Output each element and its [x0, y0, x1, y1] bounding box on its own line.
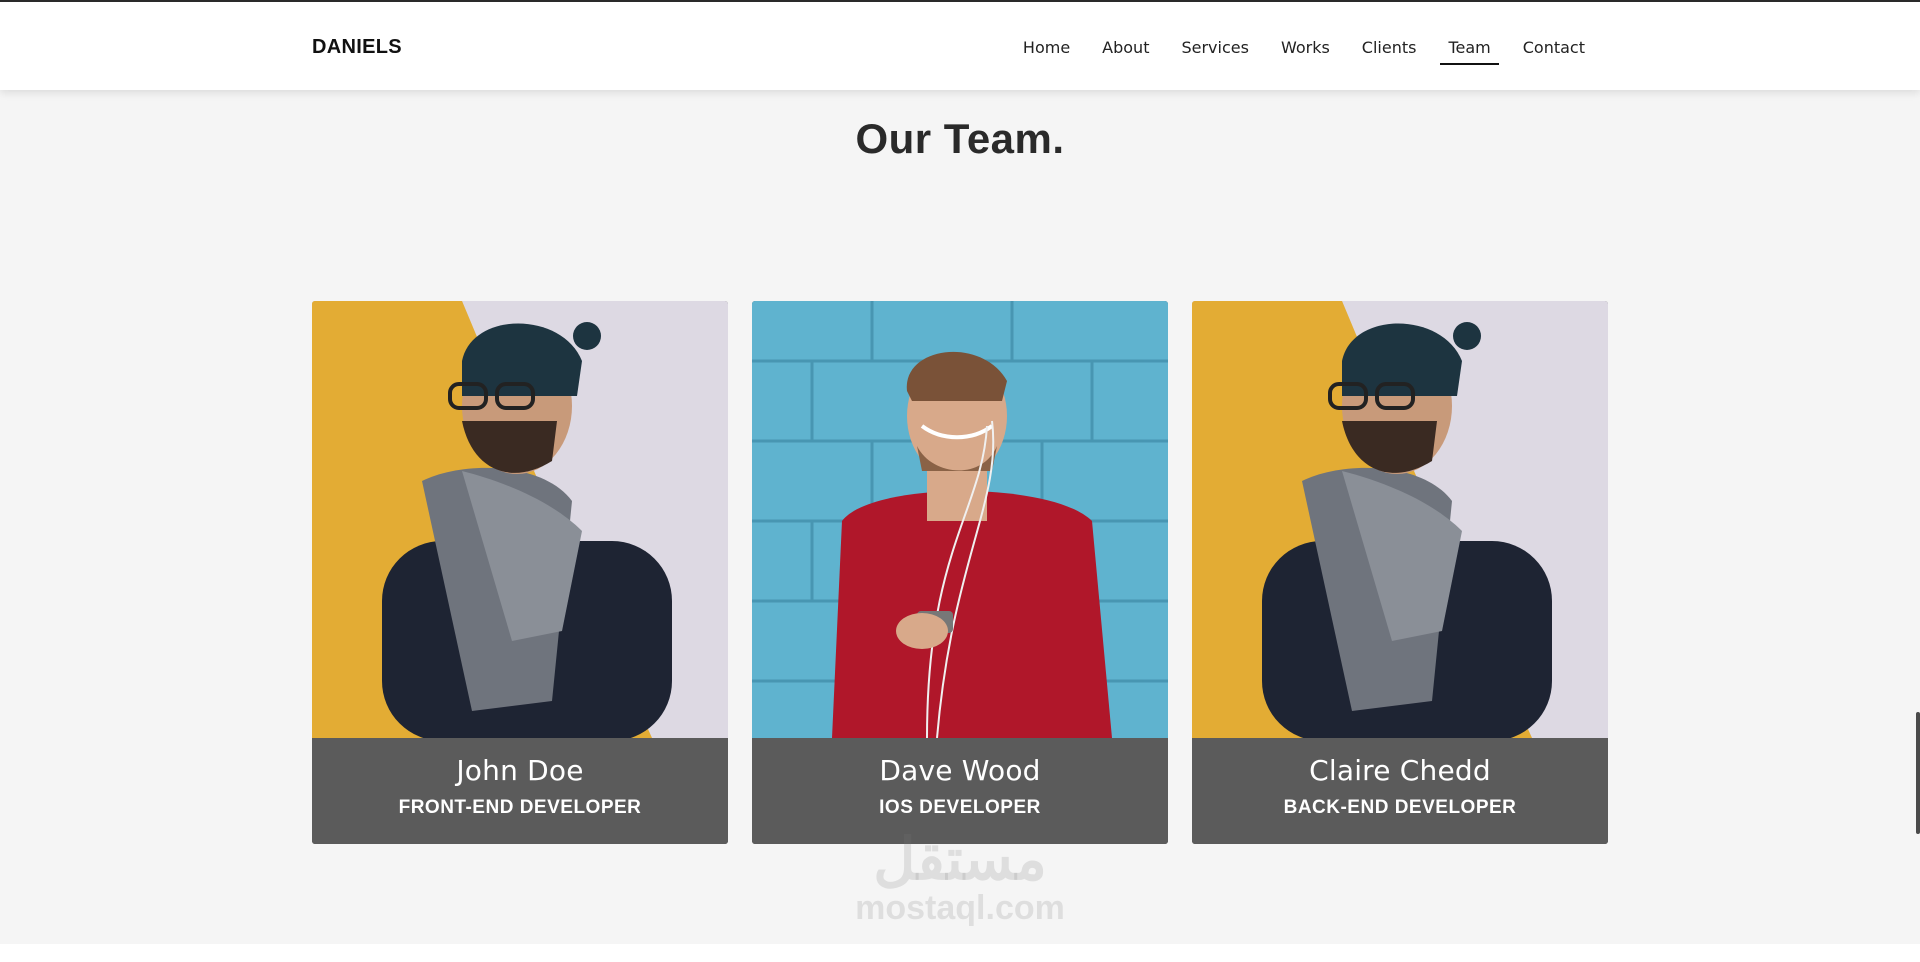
nav-clients[interactable]: Clients	[1354, 32, 1425, 65]
team-member-name: Claire Chedd	[1309, 754, 1491, 787]
main-nav: Home About Services Works Clients Team C…	[999, 32, 1593, 65]
nav-team[interactable]: Team	[1440, 32, 1500, 65]
section-title: Our Team.	[855, 115, 1065, 162]
team-card: John Doe FRONT-END DEVELOPER	[312, 301, 728, 844]
site-header: DANIELS Home About Services Works Client…	[0, 2, 1920, 90]
brand-logo[interactable]: DANIELS	[312, 36, 402, 59]
nav-services[interactable]: Services	[1173, 32, 1256, 65]
team-caption: Dave Wood IOS DEVELOPER	[752, 738, 1168, 844]
team-photo	[1192, 301, 1608, 738]
team-photo	[312, 301, 728, 738]
team-caption: Claire Chedd BACK-END DEVELOPER	[1192, 738, 1608, 844]
team-member-name: Dave Wood	[879, 754, 1041, 787]
team-member-role: FRONT-END DEVELOPER	[398, 797, 642, 818]
team-card: Claire Chedd BACK-END DEVELOPER	[1192, 301, 1608, 844]
team-caption: John Doe FRONT-END DEVELOPER	[312, 738, 728, 844]
next-section-edge	[0, 944, 1920, 962]
nav-works[interactable]: Works	[1273, 32, 1338, 65]
nav-about[interactable]: About	[1094, 32, 1157, 65]
team-member-role: BACK-END DEVELOPER	[1283, 797, 1517, 818]
page-scrollbar[interactable]	[1916, 712, 1920, 834]
nav-contact[interactable]: Contact	[1515, 32, 1593, 65]
team-member-role: IOS DEVELOPER	[879, 797, 1041, 818]
team-member-name: John Doe	[456, 754, 584, 787]
team-card: Dave Wood IOS DEVELOPER	[752, 301, 1168, 844]
team-photo	[752, 301, 1168, 738]
nav-home[interactable]: Home	[1015, 32, 1078, 65]
